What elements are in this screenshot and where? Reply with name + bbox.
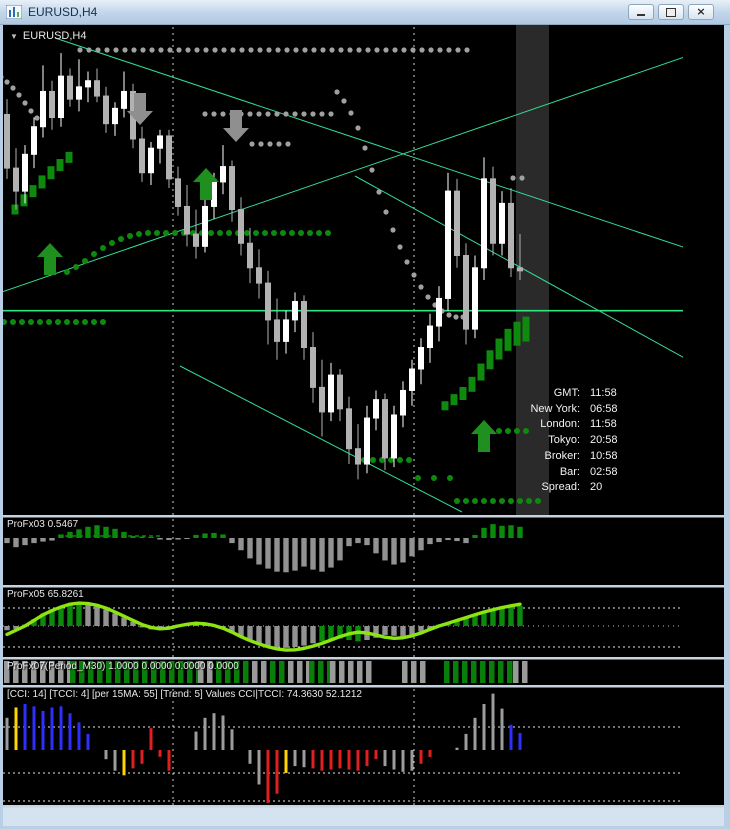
- profx07-pane[interactable]: [4, 661, 528, 683]
- restore-icon: [666, 8, 676, 17]
- minimize-button[interactable]: [628, 4, 654, 20]
- chart-canvas[interactable]: [3, 25, 724, 826]
- pane-separator[interactable]: [3, 657, 724, 660]
- pane-separator[interactable]: [3, 805, 724, 808]
- time-axis-strip: [3, 807, 724, 826]
- chart-window: EURUSD,H4 × ▼ EURUSD,H4 ProFx03 0.5467 P…: [0, 0, 730, 829]
- chart-window-icon: [6, 5, 22, 19]
- restore-button[interactable]: [658, 4, 684, 20]
- close-button[interactable]: ×: [688, 4, 714, 20]
- minimize-icon: [637, 14, 645, 16]
- pane-separator[interactable]: [3, 515, 724, 518]
- pane-separator[interactable]: [3, 685, 724, 688]
- window-title: EURUSD,H4: [28, 5, 97, 19]
- title-bar[interactable]: EURUSD,H4 ×: [0, 0, 730, 25]
- close-icon: ×: [696, 7, 705, 17]
- pane-separator[interactable]: [3, 585, 724, 588]
